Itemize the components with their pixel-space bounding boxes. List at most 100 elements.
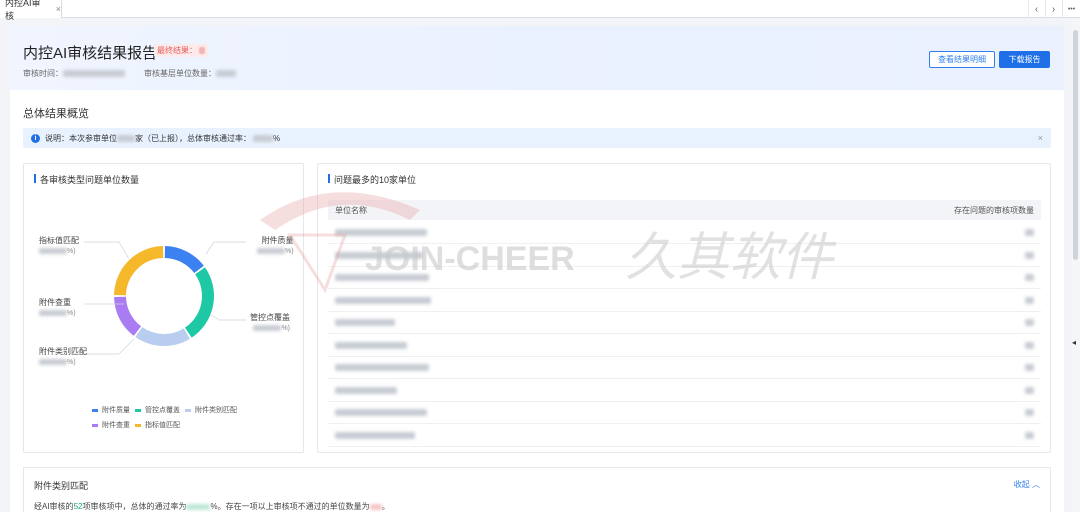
more-icon[interactable]: •••: [1062, 0, 1080, 18]
label-suffix: %): [285, 248, 294, 255]
view-details-button[interactable]: 查看结果明细: [929, 51, 995, 68]
issue-count-cell: [1025, 431, 1034, 439]
label-text: 附件质量: [261, 236, 294, 245]
label-leader-line: [84, 241, 130, 260]
summary-prefix: 经AI审核的: [34, 502, 74, 511]
notice-suffix: %: [273, 133, 281, 143]
label-text: 管控点覆盖: [250, 313, 290, 322]
table-row[interactable]: [328, 402, 1041, 424]
issue-count-cell: [1025, 409, 1034, 416]
unit-name-cell: [335, 296, 431, 304]
table-header: 单位名称 存在问题的审核项数量: [328, 200, 1041, 220]
chevron-right-icon[interactable]: ›: [1045, 0, 1061, 18]
legend-attachment-duplicate: 附件查重: [92, 420, 130, 430]
issue-count-cell: [1025, 296, 1034, 304]
unit-count-value: [216, 70, 236, 78]
slice-indicator-match[interactable]: [114, 246, 164, 296]
overview-title: 总体结果概览: [23, 108, 89, 120]
unit-name-cell: [335, 364, 429, 371]
final-result-value: [199, 47, 205, 55]
close-icon[interactable]: ×: [1038, 133, 1043, 143]
label-text: 附件查重: [39, 298, 71, 307]
legend-label: 附件类别匹配: [195, 407, 237, 414]
slice-attachment-quality[interactable]: [164, 246, 204, 274]
label-leader-line: [209, 313, 246, 321]
column-issue-count: 存在问题的审核项数量: [954, 205, 1034, 215]
table-row[interactable]: [328, 312, 1041, 334]
notice-banner: i 说明：本次参审单位 家（已上报），总体审核通过率： % ×: [23, 128, 1051, 148]
label-leader-line: [84, 338, 135, 355]
label-attachment-duplicate: 附件查重 %): [39, 297, 76, 319]
label-value: [39, 359, 67, 366]
issue-count-cell: [1025, 341, 1034, 349]
issue-count-cell: [1025, 386, 1034, 394]
label-attachment-quality: 附件质量 %): [257, 235, 294, 257]
legend-control-coverage: 管控点覆盖: [135, 405, 180, 415]
table-row[interactable]: [328, 425, 1041, 447]
issue-count-cell: [1025, 229, 1034, 236]
tab-internal-audit[interactable]: 内控AI审核 ×: [0, 0, 62, 21]
final-result-label: 最终结果：: [157, 46, 197, 55]
label-value: [257, 248, 285, 255]
summary-pass-rate: [186, 503, 211, 510]
issue-count-cell: [1025, 274, 1034, 281]
summary-fail-count: [369, 503, 382, 510]
table-row[interactable]: [328, 222, 1041, 244]
issue-count-cell: [1025, 251, 1034, 259]
section-title: 附件类别匹配: [34, 481, 89, 491]
label-suffix: %): [67, 359, 76, 366]
table-row[interactable]: [328, 380, 1041, 402]
info-icon: i: [31, 133, 40, 143]
label-value: [253, 325, 282, 332]
page-title: 内控AI审核结果报告: [23, 45, 158, 62]
tab-label: 内控AI审核: [5, 0, 41, 21]
slice-control-coverage[interactable]: [184, 267, 214, 338]
label-control-coverage: 管控点覆盖 %): [250, 312, 290, 334]
slice-attachment-category[interactable]: [135, 327, 190, 346]
audit-type-card: 各审核类型问题单位数量 指标值匹配 %) 附件质量 %) 附件查重 %) 管控点…: [23, 163, 304, 453]
unit-name-cell: [335, 409, 427, 416]
notice-prefix: 说明：本次参审单位: [45, 133, 117, 143]
scrollbar[interactable]: [1072, 18, 1080, 512]
section-summary: 经AI审核的52项审核项中，总体的通过率为 %。存在一项以上审核项不通过的单位数量…: [34, 501, 390, 512]
card-title: 问题最多的10家单位: [328, 173, 416, 186]
unit-name-cell: [335, 431, 415, 439]
chevron-left-icon[interactable]: ‹: [1028, 0, 1044, 18]
table-row[interactable]: [328, 245, 1041, 267]
legend-indicator-match: 指标值匹配: [135, 420, 180, 430]
report-header: 内控AI审核结果报告 最终结果： 审核时间： 审核基层单位数量： 查看结果明细 …: [10, 26, 1064, 90]
unit-count-label: 审核基层单位数量：: [144, 69, 216, 78]
table-row[interactable]: [328, 357, 1041, 379]
main-content: 总体结果概览 i 说明：本次参审单位 家（已上报），总体审核通过率： % × 各…: [10, 90, 1064, 512]
legend-attachment-category: 附件类别匹配: [185, 405, 237, 415]
attachment-category-section: 附件类别匹配 收起 ︿ 经AI审核的52项审核项中，总体的通过率为 %。存在一项以…: [23, 467, 1051, 512]
audit-time-label: 审核时间：: [23, 69, 63, 78]
table-row[interactable]: [328, 267, 1041, 289]
unit-name-cell: [335, 341, 407, 349]
download-report-button[interactable]: 下载报告: [999, 51, 1050, 68]
legend-label: 指标值匹配: [145, 422, 180, 429]
scroll-thumb[interactable]: [1073, 30, 1078, 260]
summary-mid1: 项审核项中，总体的通过率为: [82, 502, 187, 511]
summary-mid2: %。存在一项以上审核项不通过的单位数量为: [210, 502, 370, 511]
table-row[interactable]: [328, 290, 1041, 312]
label-indicator-match: 指标值匹配 %): [39, 235, 79, 257]
collapse-button[interactable]: 收起 ︿: [1014, 479, 1040, 490]
slice-attachment-duplicate[interactable]: [114, 296, 142, 336]
unit-name-cell: [335, 386, 397, 394]
issue-count-cell: [1025, 319, 1034, 326]
label-text: 指标值匹配: [39, 236, 79, 245]
expand-panel-icon[interactable]: ◂: [1072, 338, 1076, 347]
audit-time: 审核时间：: [23, 68, 125, 79]
label-value: [39, 248, 67, 255]
table-row[interactable]: [328, 335, 1041, 357]
unit-count: 审核基层单位数量：: [144, 68, 236, 79]
legend-label: 附件质量: [102, 407, 130, 414]
unit-name-cell: [335, 251, 423, 259]
close-icon[interactable]: ×: [56, 4, 61, 14]
legend-attachment-quality: 附件质量: [92, 405, 130, 415]
label-text: 附件类别匹配: [39, 347, 87, 356]
unit-name-cell: [335, 319, 395, 326]
legend-label: 附件查重: [102, 422, 130, 429]
tab-bar: 内控AI审核 × ‹ › •••: [0, 0, 1080, 21]
